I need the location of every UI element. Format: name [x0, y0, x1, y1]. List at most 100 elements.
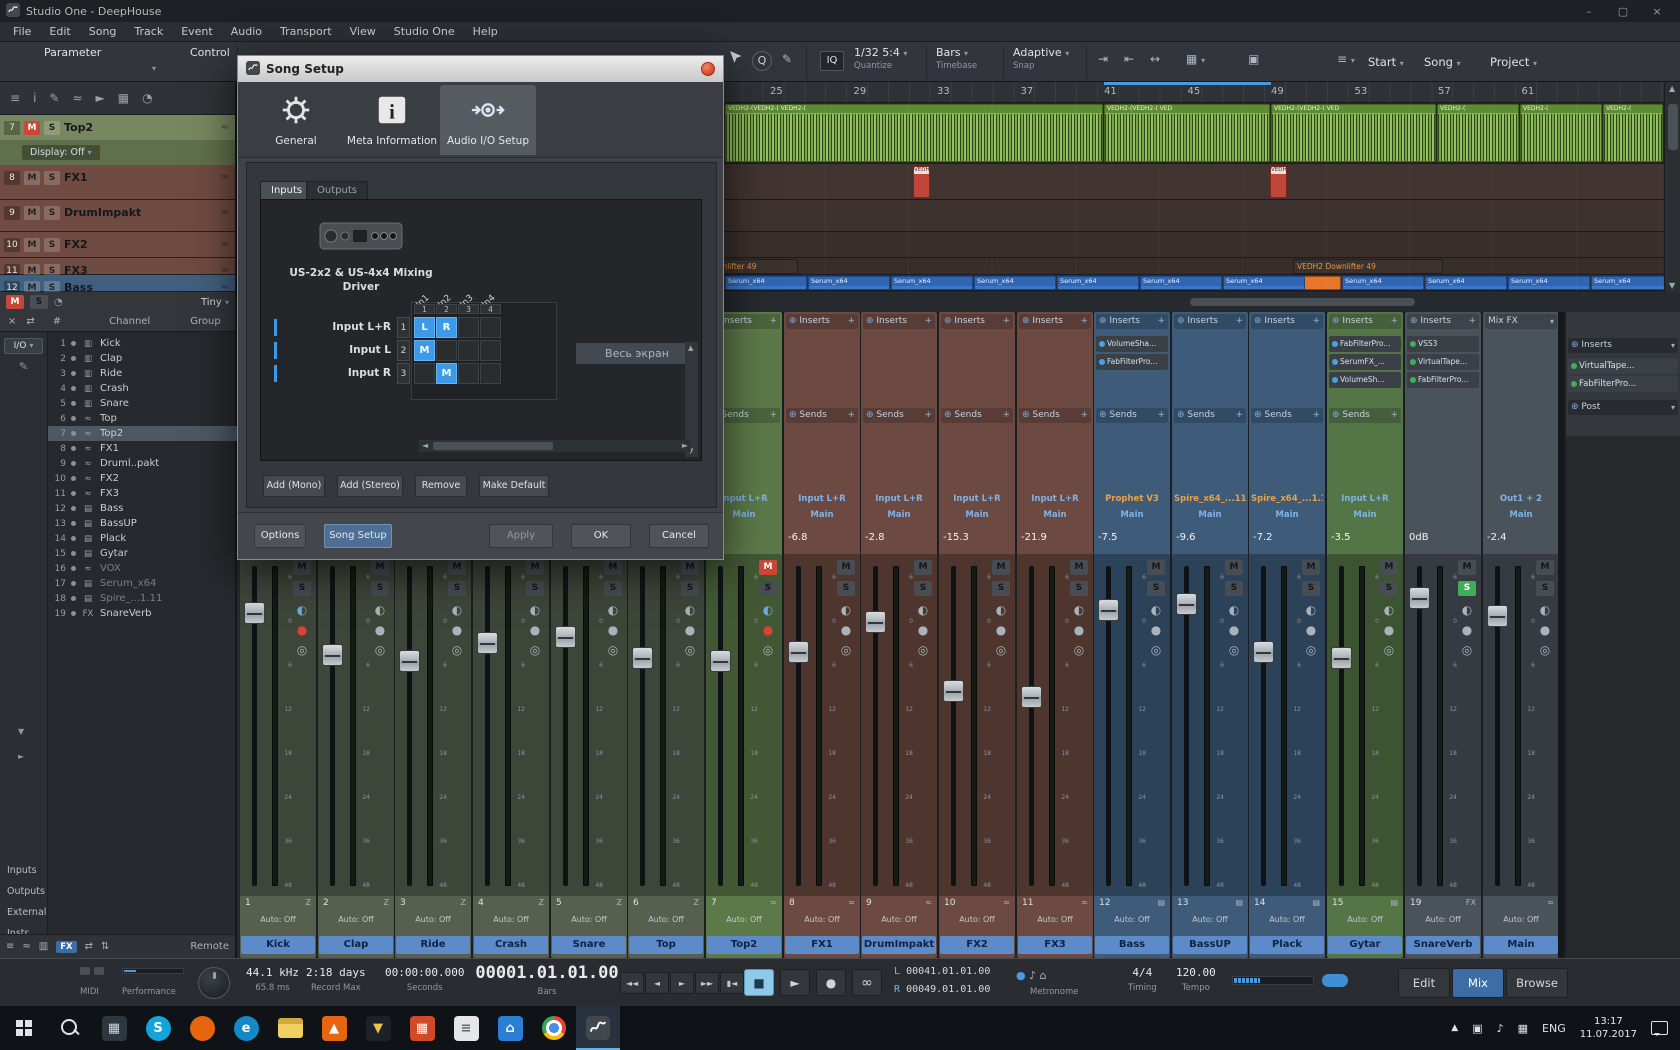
- layers-icon[interactable]: ▦ ▾: [1186, 52, 1205, 66]
- fader-track[interactable]: [1417, 566, 1422, 886]
- channel-row-top[interactable]: 6 ≈ Top: [48, 411, 237, 426]
- menu-transport[interactable]: Transport: [271, 25, 341, 38]
- fader-handle[interactable]: [399, 650, 420, 672]
- page-edit-button[interactable]: Edit: [1398, 968, 1450, 998]
- clock-icon[interactable]: ◔: [54, 297, 63, 308]
- bank-inputs[interactable]: Inputs: [0, 860, 48, 881]
- fader-handle[interactable]: [477, 632, 498, 654]
- mute-button[interactable]: M: [681, 560, 699, 575]
- taskbar-task-view[interactable]: ▦: [92, 1006, 136, 1050]
- dialog-close-button[interactable]: [701, 62, 715, 76]
- meter-toggle[interactable]: [1322, 974, 1348, 987]
- dialog-tab-meta-information[interactable]: iMeta Information: [344, 85, 440, 155]
- monitor-icon[interactable]: ◎: [1147, 642, 1165, 658]
- audio-clip[interactable]: VEDH: [913, 166, 930, 198]
- output-routing[interactable]: Main: [863, 510, 935, 524]
- input-routing[interactable]: Input L+R: [1329, 494, 1401, 508]
- record-arm-icon[interactable]: ●: [759, 622, 777, 638]
- output-routing[interactable]: Main: [1485, 510, 1557, 524]
- strip-name[interactable]: SnareVerb: [1406, 936, 1480, 954]
- gain-value[interactable]: -2.4: [1487, 532, 1507, 543]
- input-routing[interactable]: Prophet V3: [1096, 494, 1168, 508]
- taskbar-chrome[interactable]: [532, 1006, 576, 1050]
- pan-knob-icon[interactable]: ◐: [681, 602, 699, 618]
- input-routing[interactable]: Spire_x64_...1.11: [1251, 494, 1323, 508]
- pan-knob-icon[interactable]: ◐: [1070, 602, 1088, 618]
- stop-button[interactable]: ■: [744, 969, 774, 996]
- automation-mode[interactable]: Auto: Off: [861, 915, 937, 928]
- fx-toggle[interactable]: FX: [56, 941, 76, 953]
- monitor-icon[interactable]: ◎: [526, 642, 544, 658]
- gain-value[interactable]: -2.8: [865, 532, 885, 543]
- track-size-dropdown[interactable]: Tiny ▾: [201, 297, 229, 308]
- dialog-tab-general[interactable]: General: [248, 85, 344, 155]
- mute-button[interactable]: M: [1536, 560, 1554, 575]
- record-arm-icon[interactable]: ●: [837, 622, 855, 638]
- wave-icon[interactable]: ≈: [22, 941, 30, 952]
- inserts-header[interactable]: ⊕ Inserts +: [941, 314, 1013, 329]
- clock-icon[interactable]: ◔: [142, 91, 152, 105]
- pan-knob-icon[interactable]: ◐: [1147, 602, 1165, 618]
- mute-button[interactable]: M: [371, 560, 389, 575]
- track-header-fx1[interactable]: 8 M S FX1 ≈: [0, 165, 235, 200]
- fader-track[interactable]: [563, 566, 568, 886]
- forward-button[interactable]: ►: [670, 972, 694, 994]
- inserts-header[interactable]: ⊕ Inserts +: [786, 314, 858, 329]
- menu-event[interactable]: Event: [172, 25, 222, 38]
- input-routing[interactable]: Input L+R: [941, 494, 1013, 508]
- paint-tool-icon[interactable]: ✎: [782, 52, 792, 66]
- audio-clip[interactable]: Serum_x64: [1591, 276, 1664, 290]
- maximize-button[interactable]: ▢: [1606, 5, 1640, 18]
- solo-button[interactable]: S: [1070, 581, 1088, 596]
- rewind-bar-button[interactable]: ◄◄: [620, 972, 644, 994]
- output-routing[interactable]: Main: [1251, 510, 1323, 524]
- audio-clip[interactable]: VEDH2-(: [1437, 104, 1519, 162]
- taskbar-notepad[interactable]: ≡: [444, 1006, 488, 1050]
- keyboard-icon[interactable]: ▦: [1518, 1022, 1528, 1035]
- page-mix-button[interactable]: Mix: [1452, 968, 1504, 998]
- scrollbar-thumb[interactable]: [433, 442, 553, 450]
- fader-handle[interactable]: [710, 650, 731, 672]
- fader-handle[interactable]: [1331, 647, 1352, 669]
- automation-mode[interactable]: Auto: Off: [240, 915, 316, 928]
- taskbar-firefox[interactable]: [180, 1006, 224, 1050]
- automation-mode[interactable]: Auto: Off: [939, 915, 1015, 928]
- solo-button[interactable]: S: [759, 581, 777, 596]
- gain-value[interactable]: -9.6: [1176, 532, 1196, 543]
- bars-display[interactable]: 00001.01.01.00Bars: [472, 963, 622, 997]
- output-routing[interactable]: Main: [786, 510, 858, 524]
- updown-icon[interactable]: ⇅: [101, 941, 109, 952]
- marker-icon[interactable]: ►: [96, 91, 105, 105]
- monitor-icon[interactable]: ◎: [1070, 642, 1088, 658]
- fader-track[interactable]: [951, 566, 956, 886]
- insert-slot[interactable]: VirtualTape...: [1407, 354, 1479, 370]
- control-selector[interactable]: Control: [190, 46, 230, 59]
- mute-button[interactable]: M: [837, 560, 855, 575]
- matrix-cell[interactable]: [480, 317, 501, 338]
- monitor-icon[interactable]: ◎: [371, 642, 389, 658]
- monitor-icon[interactable]: ◎: [604, 642, 622, 658]
- sends-header[interactable]: ⊕ Sends +: [1329, 408, 1401, 423]
- strip-name[interactable]: DrumImpakt: [862, 936, 936, 954]
- taskbar-studio-one[interactable]: [576, 1006, 620, 1050]
- record-arm-icon[interactable]: ●: [681, 622, 699, 638]
- autoscroll-icon[interactable]: ⇥: [1098, 52, 1108, 66]
- track-header-fx3[interactable]: 11 M S FX3 ≈: [0, 258, 235, 275]
- loop-range-bar[interactable]: [1104, 82, 1271, 85]
- audio-clip[interactable]: Serum_x64: [1342, 276, 1424, 290]
- audio-clip[interactable]: Serum_x64: [1057, 276, 1139, 290]
- channel-row-fx1[interactable]: 8 ≈ FX1: [48, 441, 237, 456]
- add-stereo-button[interactable]: Add (Stereo): [337, 475, 403, 497]
- menu-audio[interactable]: Audio: [222, 25, 271, 38]
- channel-row-bassup[interactable]: 13 ▤ BassUP: [48, 516, 237, 531]
- tempo-display[interactable]: 120.00Tempo: [1176, 966, 1216, 993]
- record-arm-icon[interactable]: ●: [1458, 622, 1476, 638]
- sends-header[interactable]: ⊕ Sends +: [941, 408, 1013, 423]
- solo-button[interactable]: S: [30, 295, 48, 309]
- insert-slot[interactable]: FabFilterPro...: [1096, 354, 1168, 370]
- channel-row-plack[interactable]: 14 ▤ Plack: [48, 531, 237, 546]
- wave-icon[interactable]: ≈: [72, 91, 82, 105]
- taskbar-shopping-app[interactable]: ⌂: [488, 1006, 532, 1050]
- solo-button[interactable]: S: [604, 581, 622, 596]
- sends-header[interactable]: ⊕ Sends +: [863, 408, 935, 423]
